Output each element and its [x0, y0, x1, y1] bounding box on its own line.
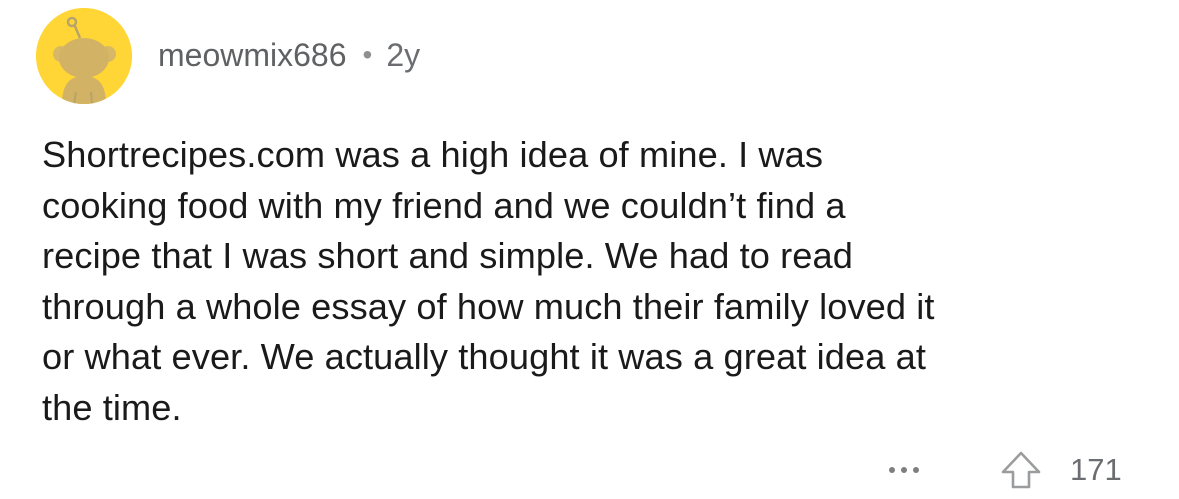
comment-line: cooking food with my friend and we could…: [42, 184, 846, 226]
snoo-avatar-icon[interactable]: [36, 8, 132, 104]
upvote-arrow-icon: [1001, 451, 1041, 489]
more-options-button[interactable]: [876, 445, 932, 495]
vote-score: 171: [1070, 452, 1122, 487]
comment-meta: meowmix686 • 2y: [158, 37, 420, 74]
upvote-button[interactable]: [995, 445, 1047, 495]
comment-line: Shortrecipes.com was a high idea of mine…: [42, 134, 824, 175]
comment-card: meowmix686 • 2y Shortrecipes.com was a h…: [0, 0, 1179, 499]
comment-body: Shortrecipes.com was a high idea of mine…: [42, 130, 1152, 434]
author-username[interactable]: meowmix686: [158, 37, 347, 74]
comment-line: the time.: [42, 386, 182, 428]
comment-line: or what ever. We actually thought it was…: [42, 336, 926, 378]
meta-separator: •: [362, 39, 373, 70]
comment-actions: 171: [0, 445, 1179, 495]
ellipsis-icon: [889, 467, 919, 473]
comment-header: meowmix686 • 2y: [36, 8, 420, 104]
comment-line: recipe that I was short and simple. We h…: [42, 235, 853, 277]
comment-line: through a whole essay of how much their …: [42, 285, 935, 327]
comment-age: 2y: [386, 36, 421, 73]
